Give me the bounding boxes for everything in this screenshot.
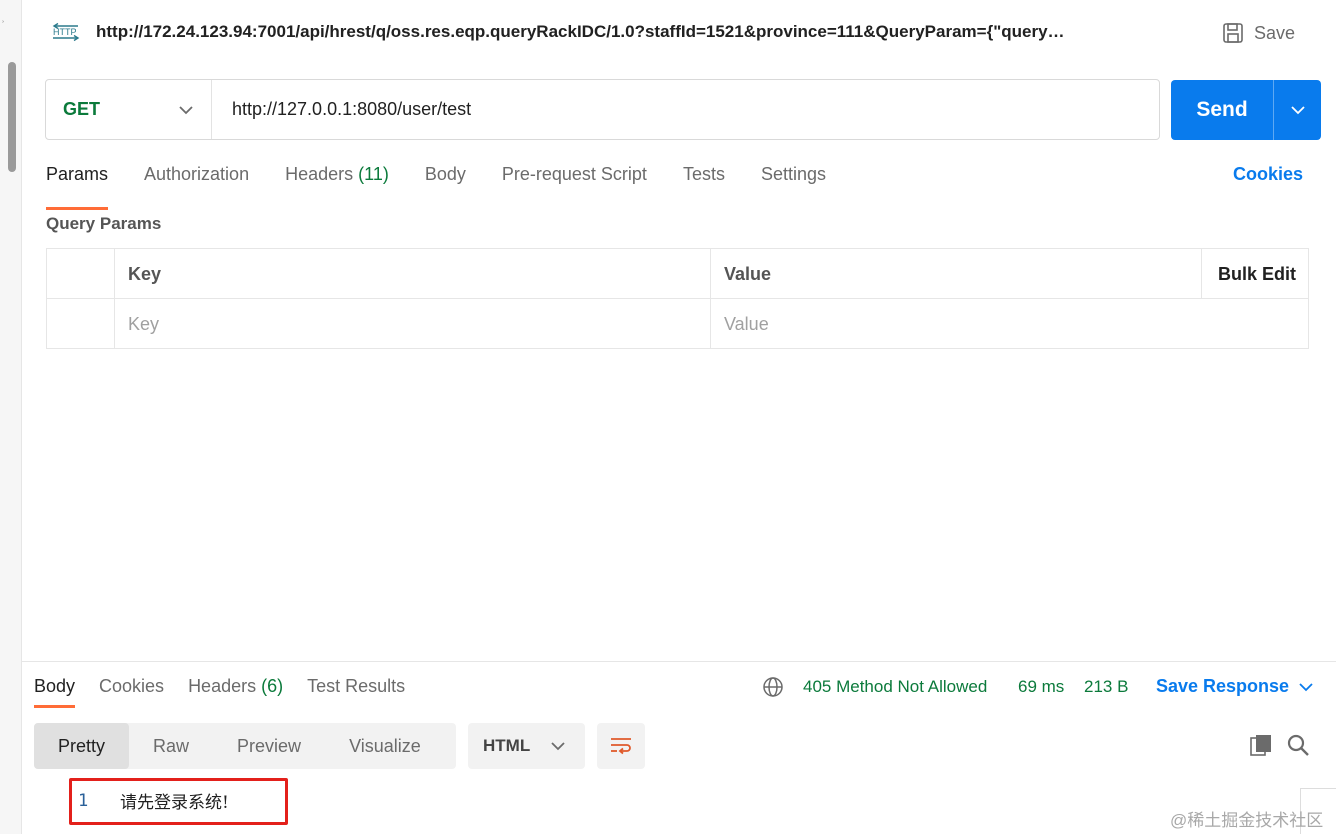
view-preview[interactable]: Preview (213, 723, 325, 769)
row-checkbox-cell (47, 299, 115, 349)
tab-prerequest-script[interactable]: Pre-request Script (502, 164, 647, 200)
send-options-button[interactable] (1274, 105, 1321, 115)
view-raw[interactable]: Raw (129, 723, 213, 769)
send-button[interactable]: Send (1171, 80, 1321, 140)
url-bar: GET (45, 79, 1160, 140)
tab-params[interactable]: Params (46, 164, 109, 210)
key-column-header: Key (115, 249, 711, 299)
chevron-down-icon (179, 105, 193, 114)
request-title-bar: HTTP http://172.24.123.94:7001/api/hrest… (22, 0, 1336, 64)
value-input[interactable]: Value (711, 299, 1309, 349)
sidebar-strip: ˒ (0, 0, 22, 834)
scrollbar[interactable] (8, 62, 16, 172)
tab-headers[interactable]: Headers (11) (285, 164, 389, 200)
search-icon[interactable] (1286, 733, 1310, 757)
format-select[interactable]: HTML (468, 723, 585, 769)
highlight-box (69, 778, 288, 825)
response-tabs: Body Cookies Headers (6) Test Results (34, 676, 429, 708)
save-icon (1223, 23, 1243, 43)
send-label: Send (1196, 98, 1248, 121)
bulk-edit-button[interactable]: Bulk Edit (1201, 249, 1309, 299)
globe-icon[interactable] (762, 676, 784, 698)
watermark: @稀土掘金技术社区 (1170, 811, 1324, 830)
method-label: GET (63, 99, 101, 119)
response-tab-test-results[interactable]: Test Results (307, 676, 405, 697)
save-label: Save (1254, 22, 1296, 43)
method-select[interactable]: GET (46, 80, 212, 139)
tab-tests[interactable]: Tests (683, 164, 725, 200)
view-mode-segment: Pretty Raw Preview Visualize (34, 723, 456, 769)
response-tab-body[interactable]: Body (34, 676, 76, 708)
tab-body[interactable]: Body (425, 164, 466, 200)
response-time[interactable]: 69 ms (1018, 677, 1064, 697)
postman-window: ˒ HTTP http://172.24.123.94:7001/api/hre… (0, 0, 1336, 834)
request-tabs: Params Authorization Headers (11) Body P… (46, 164, 862, 210)
value-column-header: Value (724, 263, 772, 284)
key-input[interactable]: Key (115, 299, 711, 349)
request-title[interactable]: http://172.24.123.94:7001/api/hrest/q/os… (96, 22, 1156, 42)
http-icon: HTTP (52, 22, 80, 42)
response-divider[interactable] (22, 661, 1336, 662)
response-tab-headers[interactable]: Headers (6) (188, 676, 283, 697)
wrap-lines-button[interactable] (597, 723, 645, 769)
format-label: HTML (483, 736, 531, 755)
table-row: Key Value (47, 299, 1308, 349)
response-headers-label: Headers (188, 676, 257, 696)
cookies-link[interactable]: Cookies (1233, 164, 1303, 185)
url-input[interactable] (212, 80, 1159, 139)
save-button[interactable]: Save (1222, 18, 1312, 48)
chevron-down-icon (551, 742, 565, 751)
response-headers-count: (6) (261, 676, 284, 696)
tab-authorization[interactable]: Authorization (144, 164, 249, 200)
tab-settings[interactable]: Settings (761, 164, 826, 200)
query-params-label: Query Params (46, 214, 162, 233)
wrap-lines-icon (611, 738, 631, 755)
view-visualize[interactable]: Visualize (325, 723, 445, 769)
view-pretty[interactable]: Pretty (34, 723, 130, 769)
chevron-down-icon (1290, 106, 1305, 115)
save-response-button[interactable]: Save Response (1156, 676, 1313, 697)
tab-headers-label: Headers (285, 164, 354, 184)
svg-text:HTTP: HTTP (53, 27, 77, 37)
status-code[interactable]: 405 Method Not Allowed (803, 677, 987, 697)
collapse-marker-icon[interactable]: ˒ (1, 12, 5, 26)
table-header-row: Key Value Bulk Edit (47, 249, 1308, 299)
response-size[interactable]: 213 B (1084, 677, 1128, 697)
response-tab-cookies[interactable]: Cookies (99, 676, 164, 697)
headers-count: (11) (358, 164, 389, 184)
checkbox-column-header (47, 249, 115, 299)
query-params-table: Key Value Bulk Edit Key Value (46, 248, 1309, 349)
copy-icon[interactable] (1249, 733, 1273, 757)
save-response-label: Save Response (1156, 676, 1290, 696)
chevron-down-icon (1299, 682, 1313, 691)
